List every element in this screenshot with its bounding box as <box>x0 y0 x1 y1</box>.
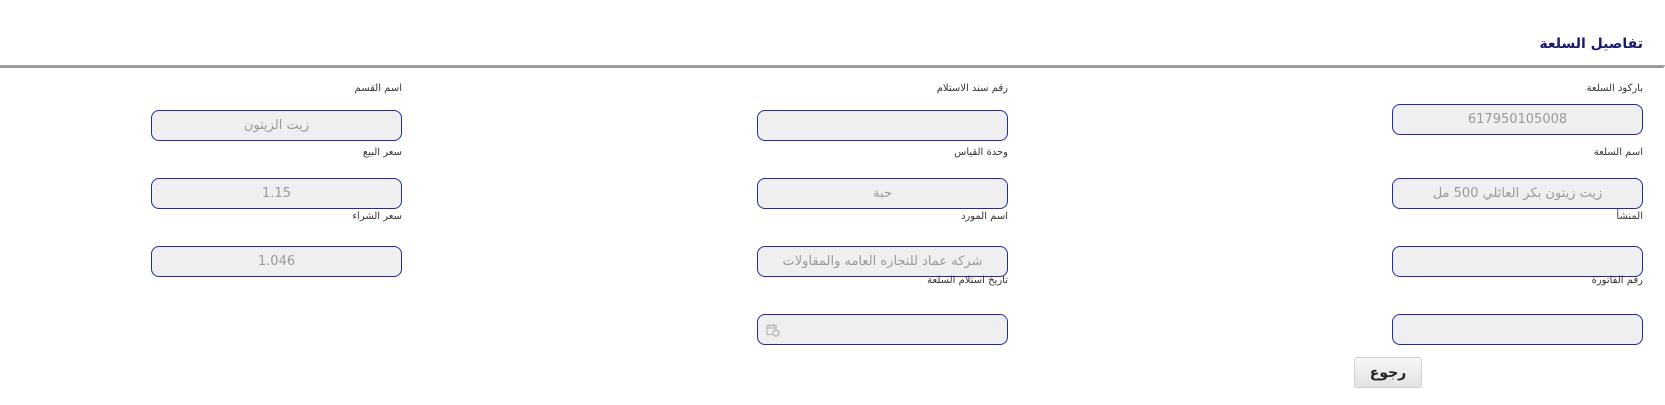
receipt-date-label: تاريخ استلام السلعة <box>927 275 1008 286</box>
barcode-label: باركود السلعة <box>1586 83 1643 94</box>
invoice-number-field[interactable] <box>1392 314 1643 345</box>
purchase-price-label: سعر الشراء <box>352 211 402 222</box>
supplier-label: اسم المورد <box>960 211 1008 222</box>
receipt-date-field[interactable] <box>757 314 1008 345</box>
sale-price-label: سعر البيع <box>362 147 402 158</box>
sale-price-field[interactable]: 1.15 <box>151 178 402 209</box>
supplier-field[interactable]: شركه عماد للتجاره العامه والمقاولات <box>757 246 1008 277</box>
item-name-label: اسم السلعة <box>1593 147 1643 158</box>
origin-field[interactable] <box>1392 246 1643 277</box>
receipt-number-label: رقم سند الاستلام <box>936 83 1008 94</box>
unit-label: وحدة القياس <box>954 147 1008 158</box>
barcode-field[interactable]: 617950105008 <box>1392 104 1643 135</box>
back-button[interactable]: رجوع <box>1354 357 1422 388</box>
title-divider <box>0 65 1665 68</box>
unit-field[interactable]: حبة <box>757 178 1008 209</box>
receipt-number-field[interactable] <box>757 110 1008 141</box>
department-label: اسم القسم <box>354 83 402 94</box>
origin-label: المنشأ <box>1616 211 1643 222</box>
purchase-price-field[interactable]: 1.046 <box>151 246 402 277</box>
item-name-field[interactable]: زيت زيتون بكر العائلي 500 مل <box>1392 178 1643 209</box>
calendar-icon[interactable] <box>766 323 780 337</box>
page-title: تفاصيل السلعة <box>1539 36 1643 52</box>
invoice-number-label: رقم الفاتورة <box>1591 275 1643 286</box>
department-field[interactable]: زيت الزيتون <box>151 110 402 141</box>
